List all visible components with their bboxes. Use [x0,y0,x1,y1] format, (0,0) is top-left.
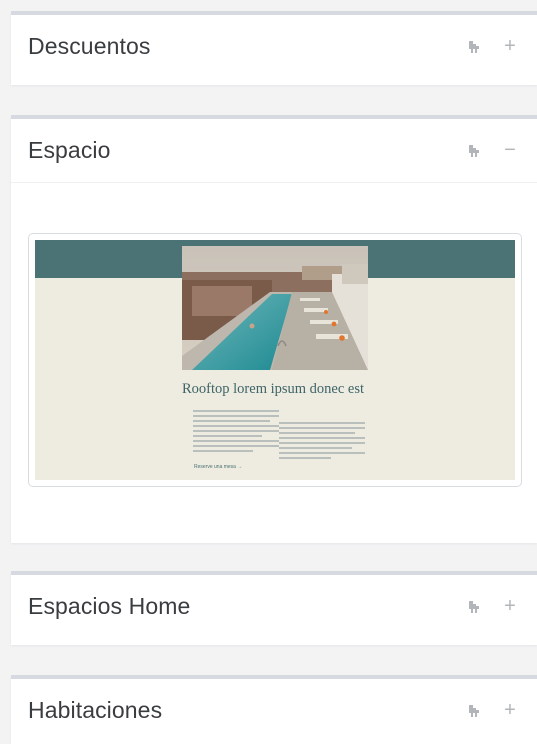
plus-icon[interactable]: + [499,35,521,58]
preview-text-column-right [279,422,365,462]
panel-tools: + [463,595,521,618]
panel-header[interactable]: Habitaciones + [11,679,537,742]
plus-icon[interactable]: + [499,699,521,722]
move-icon[interactable] [463,700,485,722]
plus-icon[interactable]: + [499,595,521,618]
panel-espacios-home: Espacios Home + [11,571,537,645]
preview-link: Reserve una mesa → [194,464,243,470]
move-icon[interactable] [463,36,485,58]
rooftop-pool-photo [182,246,368,370]
panel-title: Descuentos [28,33,151,59]
panel-body: Rooftop lorem ipsum donec est Reserve un… [11,182,537,540]
panel-title: Habitaciones [28,697,163,723]
space-preview-image: Rooftop lorem ipsum donec est Reserve un… [35,240,515,480]
panel-tools: − [463,139,521,162]
panel-tools: + [463,699,521,722]
move-icon[interactable] [463,140,485,162]
panel-header[interactable]: Espacio − [11,119,537,182]
panel-espacio: Espacio − Rooftop lorem ipsum donec est … [11,115,537,543]
preview-text-column-left [193,410,279,455]
panel-title: Espacio [28,137,111,163]
panel-header[interactable]: Espacios Home + [11,575,537,638]
panel-header[interactable]: Descuentos + [11,15,537,78]
panel-descuentos: Descuentos + [11,11,537,85]
minus-icon[interactable]: − [499,139,521,162]
space-preview-card[interactable]: Rooftop lorem ipsum donec est Reserve un… [28,233,522,487]
panel-habitaciones: Habitaciones + [11,675,537,744]
panel-tools: + [463,35,521,58]
move-icon[interactable] [463,596,485,618]
preview-heading: Rooftop lorem ipsum donec est [182,381,365,397]
panel-title: Espacios Home [28,593,191,619]
